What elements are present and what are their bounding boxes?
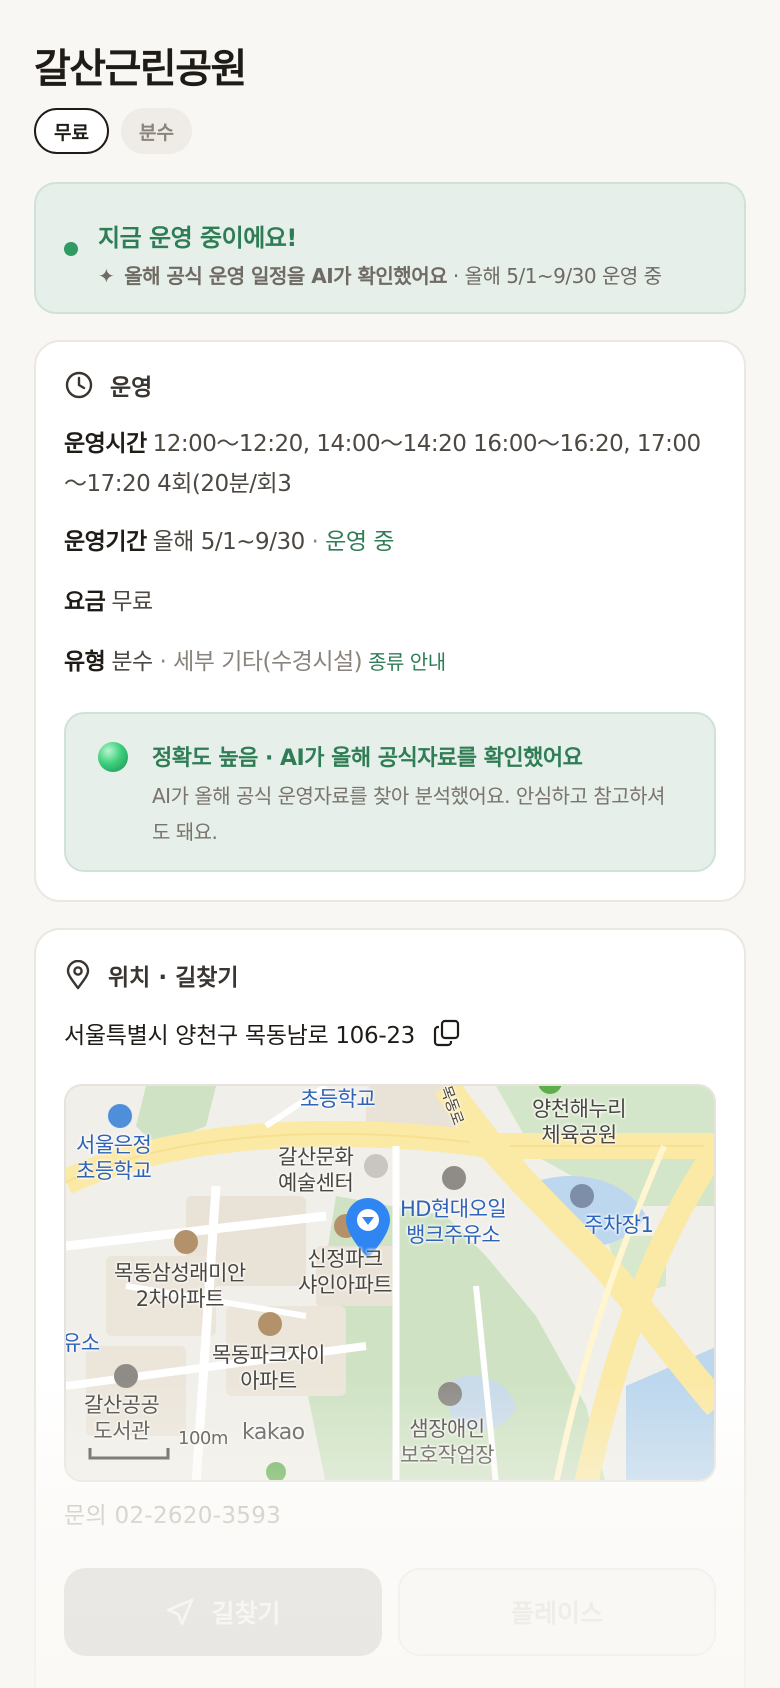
period-row: 운영기간 올해 5/1~9/30 · 운영 중 xyxy=(64,522,716,562)
location-header: 위치 · 길찾기 xyxy=(64,958,239,992)
route-button[interactable]: 길찾기 xyxy=(64,1568,382,1656)
type-detail: · 세부 기타(수경시설) xyxy=(152,649,363,675)
map-label: 갈산문화 예술센터 xyxy=(278,1145,354,1195)
map-label: HD현대오일 뱅크주유소 xyxy=(400,1197,507,1247)
copy-icon[interactable] xyxy=(433,1019,461,1047)
map-view[interactable]: 초등학교 목동로 서울은정 초등학교 갈산문화 예술센터 양천해누리 체육공원 HD현… xyxy=(64,1084,716,1482)
map-label: 샘장애인 보호작업장 xyxy=(400,1417,495,1467)
hours-value: 12:00～12:20, 14:00～14:20 16:00～16:20, 17… xyxy=(64,431,701,497)
hours-row: 운영시간 12:00～12:20, 14:00～14:20 16:00～16:20… xyxy=(64,424,716,504)
status-dot-icon xyxy=(64,242,78,256)
chip-free[interactable]: 무료 xyxy=(34,108,109,154)
map-label: 초등학교 xyxy=(300,1087,376,1111)
type-guide-link[interactable]: 종류 안내 xyxy=(368,650,446,674)
type-value: 분수 xyxy=(111,649,153,675)
clock-icon xyxy=(65,371,93,399)
type-label: 유형 xyxy=(64,649,106,675)
map-label: 유소 xyxy=(64,1331,100,1355)
accuracy-box: 정확도 높음 · AI가 올해 공식자료를 확인했어요 AI가 올해 공식 운영… xyxy=(64,712,716,872)
operation-card: 운영 운영시간 12:00～12:20, 14:00～14:20 16:00～16… xyxy=(34,340,746,902)
tag-chips: 무료 분수 xyxy=(34,108,192,154)
operation-header: 운영 xyxy=(64,368,152,402)
navigation-arrow-icon xyxy=(167,1598,194,1626)
address-row: 서울특별시 양천구 목동남로 106-23 xyxy=(64,1016,461,1050)
place-button[interactable]: 플레이스 xyxy=(398,1568,716,1656)
operation-title: 운영 xyxy=(110,375,153,401)
map-label: 목동삼성래미안 2차아파트 xyxy=(114,1261,246,1311)
period-status: 운영 중 xyxy=(325,529,394,555)
accuracy-orb-icon xyxy=(98,742,128,772)
status-card: 지금 운영 중이에요! ✦ 올해 공식 운영 일정을 AI가 확인했어요 · 올해… xyxy=(34,182,746,314)
period-label: 운영기간 xyxy=(64,529,147,555)
sparkle-icon: ✦ xyxy=(98,264,115,288)
type-row: 유형 분수 · 세부 기타(수경시설) 종류 안내 xyxy=(64,642,716,682)
fee-label: 요금 xyxy=(64,589,106,615)
map-label: 목동파크자이 아파트 xyxy=(212,1343,325,1393)
map-label: 주차장1 xyxy=(584,1213,654,1237)
page: 갈산근린공원 무료 분수 지금 운영 중이에요! ✦ 올해 공식 운영 일정을 A… xyxy=(0,0,780,1688)
map-brand-label: kakao xyxy=(242,1420,305,1445)
hours-label: 운영시간 xyxy=(64,431,147,457)
accuracy-desc: AI가 올해 공식 운영자료를 찾아 분석했어요. 안심하고 참고하셔도 돼요. xyxy=(152,784,665,844)
map-label: 서울은정 초등학교 xyxy=(76,1133,152,1183)
fee-row: 요금 무료 xyxy=(64,582,716,622)
accuracy-title: 정확도 높음 · AI가 올해 공식자료를 확인했어요 xyxy=(152,746,583,771)
map-scale-label: 100m xyxy=(178,1428,228,1449)
status-title: 지금 운영 중이에요! xyxy=(98,224,297,252)
action-buttons: 길찾기 플레이스 xyxy=(64,1568,716,1656)
ai-note-rest: · 올해 5/1~9/30 운영 중 xyxy=(447,264,662,288)
location-card: 위치 · 길찾기 서울특별시 양천구 목동남로 106-23 초등학교 목동로 … xyxy=(34,928,746,1688)
inquiry-phone[interactable]: 문의 02-2620-3593 xyxy=(64,1496,281,1530)
period-sep: · xyxy=(304,529,326,555)
location-title: 위치 · 길찾기 xyxy=(108,965,239,991)
place-label: 플레이스 xyxy=(510,1599,603,1628)
address-text: 서울특별시 양천구 목동남로 106-23 xyxy=(64,1023,416,1049)
chip-fountain[interactable]: 분수 xyxy=(120,108,192,154)
page-title: 갈산근린공원 xyxy=(34,46,247,92)
route-label: 길찾기 xyxy=(211,1599,281,1628)
map-label: 양천해누리 체육공원 xyxy=(532,1097,627,1147)
ai-note-strong: 올해 공식 운영 일정을 AI가 확인했어요 xyxy=(124,264,447,288)
period-value: 올해 5/1~9/30 xyxy=(152,529,306,555)
map-label: 신정파크 샤인아파트 xyxy=(298,1247,393,1297)
map-label: 갈산공공 도서관 xyxy=(84,1393,160,1443)
status-ai-note: ✦ 올해 공식 운영 일정을 AI가 확인했어요 · 올해 5/1~9/30 운영… xyxy=(98,260,662,289)
location-pin-icon xyxy=(66,960,90,990)
fee-value: 무료 xyxy=(111,589,153,615)
